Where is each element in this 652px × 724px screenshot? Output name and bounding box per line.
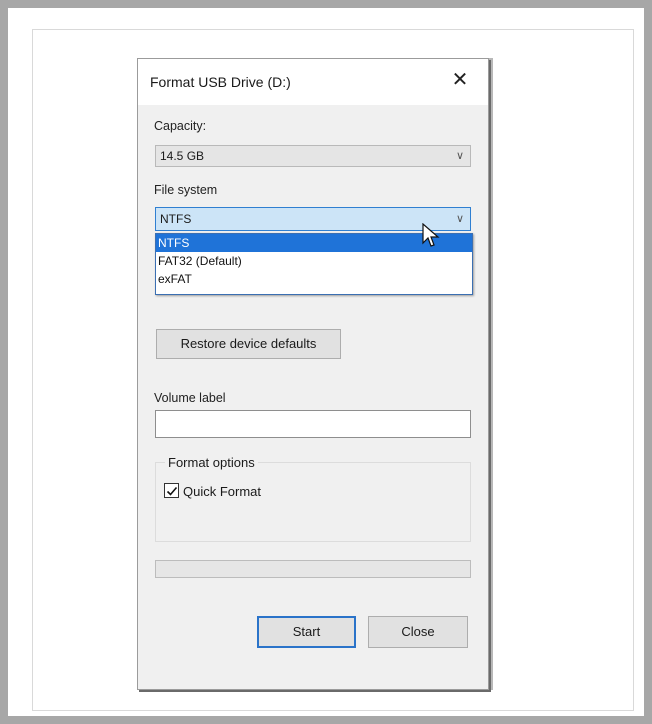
- capacity-label: Capacity:: [154, 119, 207, 133]
- checkmark-icon: [166, 486, 178, 496]
- mouse-pointer-icon: [422, 223, 440, 247]
- file-system-value: NTFS: [160, 212, 192, 226]
- file-system-option[interactable]: FAT32 (Default): [156, 252, 472, 270]
- format-dialog: Format USB Drive (D:) ✕ Capacity: 14.5 G…: [137, 58, 489, 690]
- close-button[interactable]: Close: [368, 616, 468, 648]
- dialog-title: Format USB Drive (D:): [150, 74, 291, 90]
- title-bar: Format USB Drive (D:) ✕: [138, 59, 488, 105]
- quick-format-checkbox[interactable]: [164, 483, 179, 498]
- volume-label-label: Volume label: [154, 391, 226, 405]
- capacity-select[interactable]: 14.5 GB ∨: [155, 145, 471, 167]
- file-system-label: File system: [154, 183, 218, 197]
- file-system-option[interactable]: exFAT: [156, 270, 472, 288]
- close-icon[interactable]: ✕: [448, 67, 472, 93]
- format-options-title: Format options: [165, 455, 258, 470]
- format-progress-bar: [155, 560, 471, 578]
- volume-label-input[interactable]: [155, 410, 471, 438]
- start-button[interactable]: Start: [257, 616, 356, 648]
- chevron-down-icon: ∨: [455, 213, 464, 225]
- chevron-down-icon: ∨: [455, 150, 464, 162]
- quick-format-label: Quick Format: [183, 484, 262, 499]
- capacity-value: 14.5 GB: [160, 149, 205, 163]
- restore-defaults-button[interactable]: Restore device defaults: [156, 329, 341, 359]
- format-options-group: [155, 462, 471, 542]
